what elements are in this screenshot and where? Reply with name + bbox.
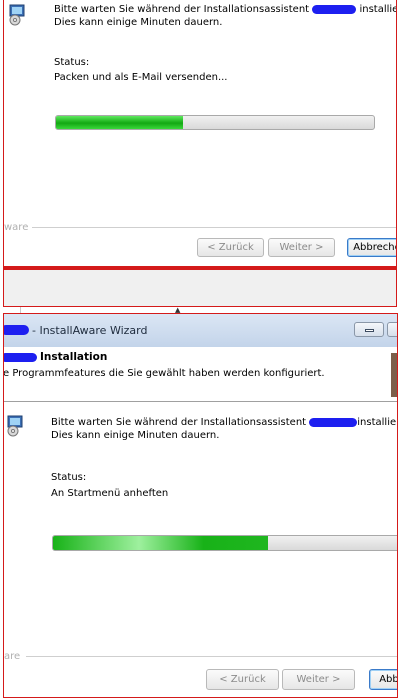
cancel-button[interactable]: Abbreche (347, 238, 396, 257)
window-title: - InstallAware Wizard (32, 324, 148, 337)
next-button[interactable]: Weiter > (268, 238, 335, 257)
minimize-icon (365, 329, 374, 332)
status-label: Status: (54, 57, 90, 68)
progress-bar (55, 115, 375, 130)
redaction (309, 417, 358, 427)
installer-disk-icon (5, 415, 25, 437)
header-redaction (4, 353, 37, 362)
progress-fill (53, 536, 268, 550)
progress-fill (56, 116, 184, 129)
brand-text: are (4, 651, 21, 662)
minimize-button[interactable] (354, 322, 384, 337)
separator-line (26, 656, 397, 657)
wait-message-line2: Dies kann einige Minuten dauern. (54, 17, 223, 28)
wizard-header: Installation e Programmfeatures die Sie … (4, 347, 397, 402)
title-redaction (4, 325, 29, 335)
wait-message-line1: Bitte warten Sie während der Installatio… (54, 4, 396, 15)
back-button[interactable]: < Zurück (206, 669, 279, 690)
header-title: Installation (40, 351, 108, 363)
title-bar: - InstallAware Wizard (4, 314, 397, 348)
bottom-installer-window: - InstallAware Wizard Installation e Pro… (3, 313, 398, 698)
cancel-button[interactable]: Abb (369, 669, 397, 690)
redaction (312, 4, 357, 14)
header-subtitle: e Programmfeatures die Sie gewählt haben… (3, 368, 325, 379)
maximize-button[interactable] (387, 322, 397, 337)
header-graphic (391, 353, 397, 397)
wait-message-line2: Dies kann einige Minuten dauern. (51, 430, 220, 441)
brand-text: ware (4, 222, 29, 233)
status-value: An Startmenü anheften (51, 488, 169, 499)
installer-disk-icon (7, 4, 27, 26)
underlying-window-strip (4, 270, 396, 306)
status-value: Packen und als E-Mail versenden... (54, 72, 228, 83)
status-label: Status: (51, 472, 87, 483)
wait-message-line1: Bitte warten Sie während der Installatio… (51, 417, 397, 428)
progress-bar (52, 535, 397, 551)
top-installer-panel: Bitte warten Sie während der Installatio… (3, 0, 397, 307)
back-button[interactable]: < Zurück (197, 238, 264, 257)
separator-line (32, 227, 396, 228)
next-button[interactable]: Weiter > (282, 669, 355, 690)
